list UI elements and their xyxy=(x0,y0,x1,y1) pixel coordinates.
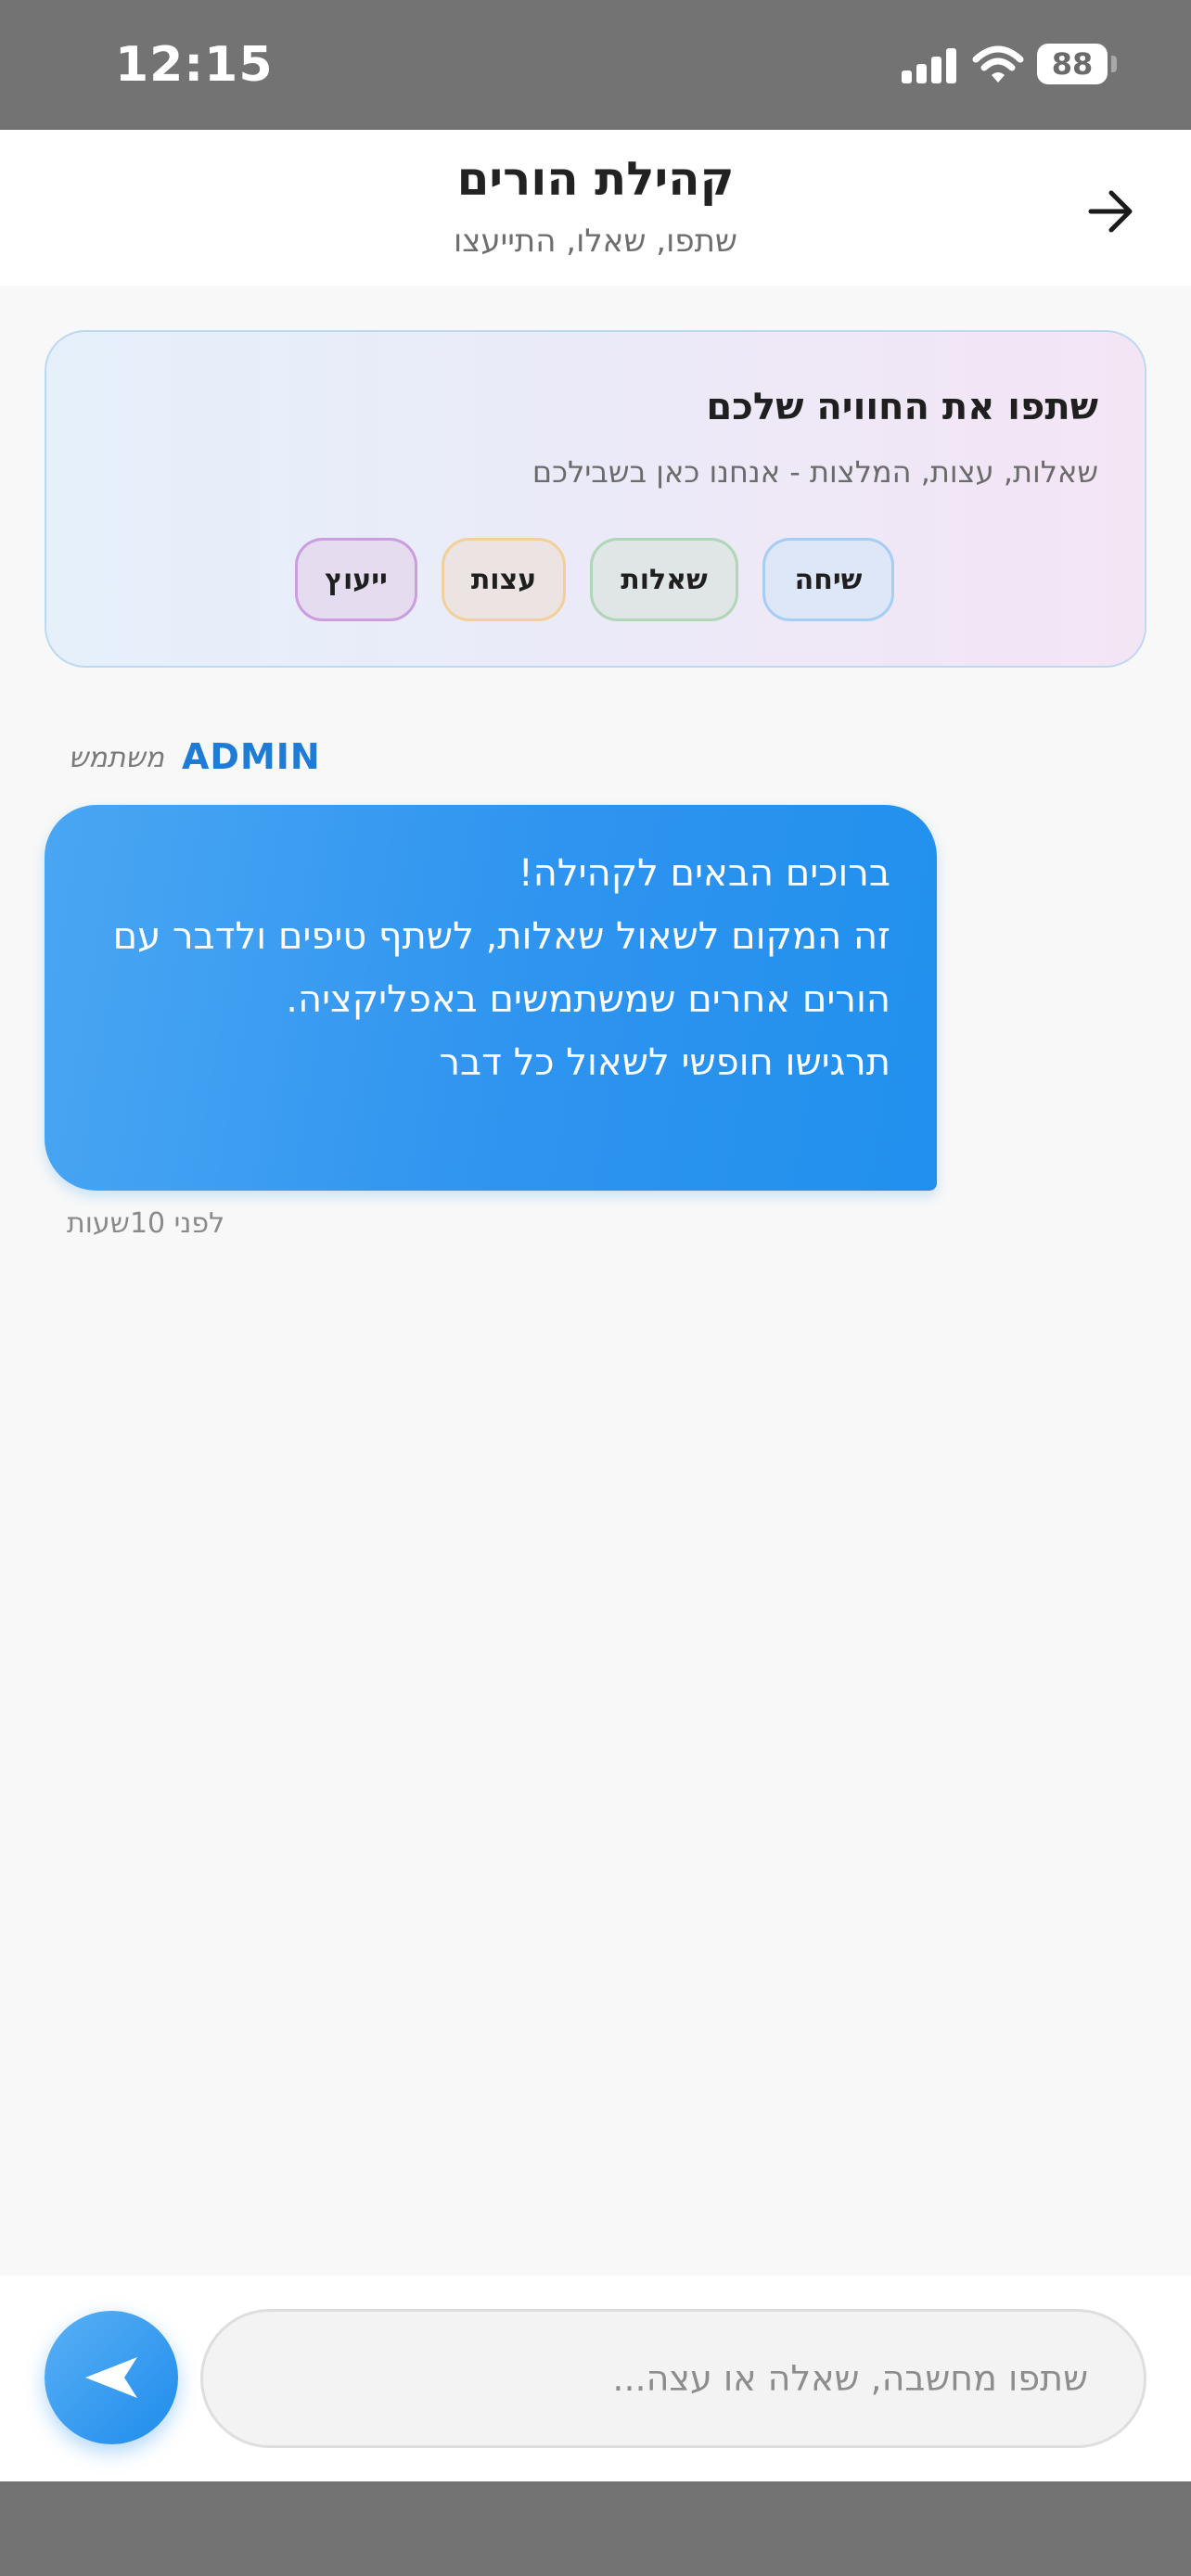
message-line: ברוכים הבאים לקהילה! xyxy=(518,852,890,895)
back-button[interactable] xyxy=(1076,176,1146,247)
message-author: ADMIN xyxy=(182,736,321,777)
card-title: שתפו את החוויה שלכם xyxy=(706,386,1098,428)
battery-icon: 88 xyxy=(1037,44,1108,84)
card-subtitle: שאלות, עצות, המלצות - אנחנו כאן בשבילכם xyxy=(531,454,1098,490)
signal-icon xyxy=(902,48,957,83)
page-subtitle: שתפו, שאלו, התייעצו xyxy=(453,223,738,260)
topic-chips: שיחה שאלות עצות ייעוץ xyxy=(295,538,894,621)
send-button[interactable] xyxy=(45,2311,178,2444)
wifi-icon xyxy=(972,45,1024,83)
chip-consulting[interactable]: ייעוץ xyxy=(295,538,417,621)
app-header: קהילת הורים שתפו, שאלו, התייעצו xyxy=(0,130,1191,286)
status-bar: 12:15 88 xyxy=(0,0,1191,130)
send-icon xyxy=(85,2357,137,2398)
status-time: 12:15 xyxy=(115,37,274,93)
battery-level: 88 xyxy=(1051,46,1094,82)
home-indicator-bar xyxy=(0,2481,1191,2576)
community-info-card: שתפו את החוויה שלכם שאלות, עצות, המלצות … xyxy=(45,330,1146,668)
message-line: תרגישו חופשי לשאול כל דבר xyxy=(439,1041,890,1084)
message-composer xyxy=(0,2276,1191,2481)
page-title: קהילת הורים xyxy=(456,152,735,206)
message-author-role: משתמש xyxy=(69,742,164,774)
message-timestamp: לפני 10שעות xyxy=(67,1207,225,1240)
message-input[interactable] xyxy=(200,2309,1146,2448)
chip-questions[interactable]: שאלות xyxy=(590,538,738,621)
chip-chat[interactable]: שיחה xyxy=(762,538,894,621)
message-bubble: ברוכים הבאים לקהילה! זה המקום לשאול שאלו… xyxy=(45,805,937,1191)
message-text: ברוכים הבאים לקהילה! זה המקום לשאול שאלו… xyxy=(74,842,890,1094)
battery-tip xyxy=(1111,56,1117,72)
chip-tips[interactable]: עצות xyxy=(442,538,566,621)
message-line: זה המקום לשאול שאלות, לשתף טיפים ולדבר ע… xyxy=(112,915,890,1021)
arrow-right-icon xyxy=(1088,190,1133,233)
